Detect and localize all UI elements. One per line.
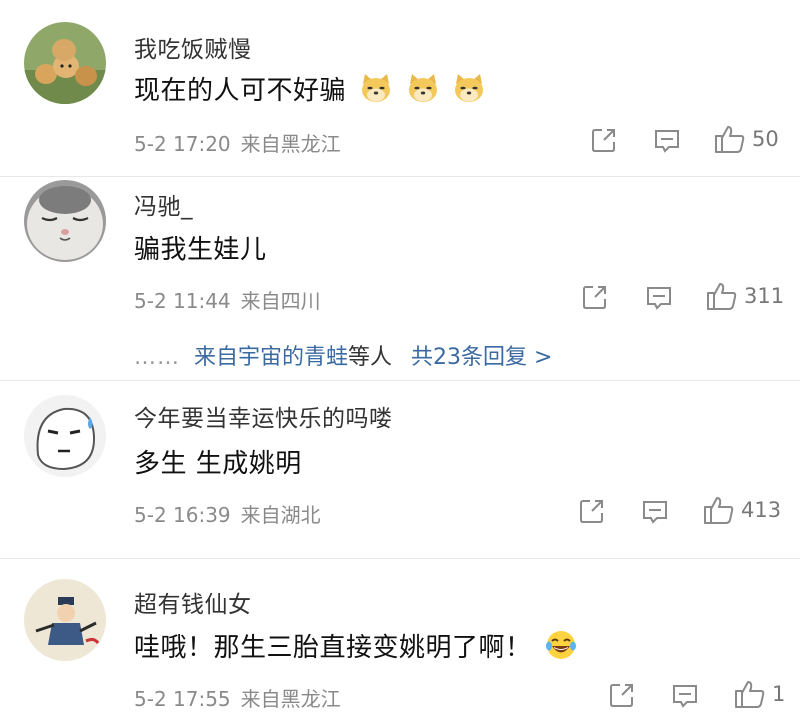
comment-location: 来自湖北 xyxy=(240,503,321,527)
comment-text-body: 多生 生成姚明 xyxy=(134,449,302,479)
comment-item: 冯驰_ 骗我生娃儿 5-2 11:44 来自四川 311 …… 来自宇宙的青蛙等人 … xyxy=(0,177,800,377)
doge-emoji xyxy=(406,72,440,111)
share-icon xyxy=(592,129,615,152)
comment-username[interactable]: 超有钱仙女 xyxy=(134,585,252,619)
avatar[interactable] xyxy=(24,180,106,262)
share-icon xyxy=(580,500,603,523)
like-count: 413 xyxy=(741,498,782,522)
comment-username[interactable]: 我吃饭贼慢 xyxy=(134,30,252,64)
comment-meta: 5-2 17:20 来自黑龙江 xyxy=(134,128,341,157)
comment-text-body: 现在的人可不好骗 xyxy=(134,76,347,106)
like-count: 1 xyxy=(772,682,786,706)
reply-user-link[interactable]: 来自宇宙的青蛙 xyxy=(194,345,348,370)
comment-text: 骗我生娃儿 xyxy=(134,229,267,266)
comment-date: 5-2 11:44 xyxy=(134,289,231,313)
thumbs-up-icon xyxy=(715,126,745,153)
comment-icon xyxy=(673,685,697,708)
thumbs-up-icon xyxy=(707,283,737,310)
share-button[interactable] xyxy=(581,283,609,311)
comment-icon xyxy=(643,501,667,524)
comment-username[interactable]: 冯驰_ xyxy=(134,187,193,221)
comment-date: 5-2 17:20 xyxy=(134,132,231,156)
share-icon xyxy=(610,684,633,707)
comment-icon xyxy=(647,287,671,310)
comment-location: 来自四川 xyxy=(240,289,321,313)
comment-location: 来自黑龙江 xyxy=(240,132,341,156)
like-button[interactable]: 413 xyxy=(703,495,781,525)
comment-button[interactable] xyxy=(652,127,682,155)
avatar[interactable] xyxy=(24,22,106,104)
comment-button[interactable] xyxy=(644,284,674,312)
comment-location: 来自黑龙江 xyxy=(240,687,341,711)
comment-text: 哇哦！那生三胎直接变姚明了啊！ xyxy=(134,627,578,668)
comment-item: 超有钱仙女 哇哦！那生三胎直接变姚明了啊！ 5-2 17:55 来自黑龙江 1 xyxy=(0,559,800,720)
comment-text: 现在的人可不好骗 xyxy=(134,70,486,111)
comment-meta: 5-2 17:55 来自黑龙江 xyxy=(134,683,341,712)
view-replies-link[interactable]: 共23条回复 > xyxy=(411,345,552,370)
comment-date: 5-2 17:55 xyxy=(134,687,231,711)
avatar[interactable] xyxy=(24,579,106,661)
like-button[interactable]: 50 xyxy=(714,124,779,154)
thumbs-up-icon xyxy=(735,681,765,708)
like-button[interactable]: 1 xyxy=(734,679,785,709)
doge-emoji xyxy=(452,72,486,111)
comment-username[interactable]: 今年要当幸运快乐的吗喽 xyxy=(134,399,393,433)
share-button[interactable] xyxy=(590,126,618,154)
replies-suffix: 等人 xyxy=(348,345,393,370)
replies-summary[interactable]: …… 来自宇宙的青蛙等人 共23条回复 > xyxy=(134,339,552,371)
avatar[interactable] xyxy=(24,395,106,477)
share-icon xyxy=(583,286,606,309)
comment-date: 5-2 16:39 xyxy=(134,503,231,527)
comment-button[interactable] xyxy=(640,498,670,526)
comment-button[interactable] xyxy=(670,682,700,710)
comment-text-body: 哇哦！那生三胎直接变姚明了啊！ xyxy=(134,633,532,663)
comment-text: 多生 生成姚明 xyxy=(134,443,302,480)
replies-dots: …… xyxy=(134,345,180,370)
comment-item: 我吃饭贼慢 现在的人可不好骗 5-2 17:20 来自黑龙江 50 xyxy=(0,0,800,175)
comment-text-body: 骗我生娃儿 xyxy=(134,235,267,265)
share-button[interactable] xyxy=(578,497,606,525)
comment-meta: 5-2 11:44 来自四川 xyxy=(134,285,321,314)
thumbs-up-icon xyxy=(704,497,734,524)
comment-meta: 5-2 16:39 来自湖北 xyxy=(134,499,321,528)
like-button[interactable]: 311 xyxy=(706,281,784,311)
laugh-cry-emoji xyxy=(544,629,578,668)
comment-icon xyxy=(655,130,679,153)
comment-item: 今年要当幸运快乐的吗喽 多生 生成姚明 5-2 16:39 来自湖北 413 xyxy=(0,381,800,557)
doge-emoji xyxy=(359,72,393,111)
like-count: 50 xyxy=(752,127,779,151)
share-button[interactable] xyxy=(608,681,636,709)
like-count: 311 xyxy=(744,284,785,308)
